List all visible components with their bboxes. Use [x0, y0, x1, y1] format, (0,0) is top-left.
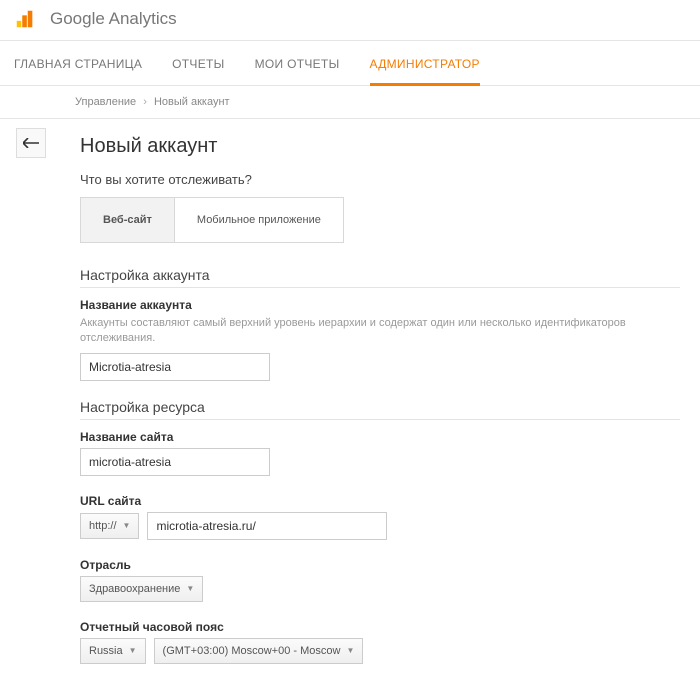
industry-field: Отрасль Здравоохранение ▼	[80, 558, 680, 602]
content: Новый аккаунт Что вы хотите отслеживать?…	[0, 119, 700, 694]
breadcrumb-root[interactable]: Управление	[75, 96, 136, 108]
ga-logo-icon	[14, 8, 36, 30]
account-name-field: Название аккаунта Аккаунты составляют са…	[80, 298, 680, 381]
tab-my-reports[interactable]: МОИ ОТЧЕТЫ	[255, 57, 340, 85]
chevron-down-icon: ▼	[186, 584, 194, 593]
industry-select[interactable]: Здравоохранение ▼	[80, 576, 203, 602]
account-name-label: Название аккаунта	[80, 298, 680, 312]
site-name-field: Название сайта	[80, 430, 680, 476]
breadcrumb: Управление › Новый аккаунт	[0, 86, 700, 119]
timezone-label: Отчетный часовой пояс	[80, 620, 680, 634]
chevron-down-icon: ▼	[123, 521, 131, 530]
track-segmented: Веб-сайт Мобильное приложение	[80, 197, 344, 243]
property-setup-title: Настройка ресурса	[80, 399, 680, 420]
site-url-input[interactable]	[147, 512, 387, 540]
breadcrumb-sep: ›	[143, 96, 147, 108]
site-url-field: URL сайта http:// ▼	[80, 494, 680, 540]
url-scheme-value: http://	[89, 520, 117, 532]
track-website-button[interactable]: Веб-сайт	[81, 198, 175, 242]
site-url-label: URL сайта	[80, 494, 680, 508]
url-scheme-select[interactable]: http:// ▼	[80, 513, 139, 539]
app-title: Google Analytics	[50, 9, 177, 29]
main-tabs: ГЛАВНАЯ СТРАНИЦА ОТЧЕТЫ МОИ ОТЧЕТЫ АДМИН…	[0, 41, 700, 86]
site-name-label: Название сайта	[80, 430, 680, 444]
timezone-value: (GMT+03:00) Moscow+00 - Moscow	[163, 645, 341, 657]
topbar: Google Analytics	[0, 0, 700, 41]
track-mobile-button[interactable]: Мобильное приложение	[175, 198, 343, 242]
timezone-country-select[interactable]: Russia ▼	[80, 638, 146, 664]
industry-label: Отрасль	[80, 558, 680, 572]
chevron-down-icon: ▼	[346, 646, 354, 655]
site-name-input[interactable]	[80, 448, 270, 476]
chevron-down-icon: ▼	[129, 646, 137, 655]
industry-value: Здравоохранение	[89, 583, 180, 595]
track-question: Что вы хотите отслеживать?	[80, 172, 680, 187]
timezone-select[interactable]: (GMT+03:00) Moscow+00 - Moscow ▼	[154, 638, 364, 664]
timezone-field: Отчетный часовой пояс Russia ▼ (GMT+03:0…	[80, 620, 680, 664]
tab-reports[interactable]: ОТЧЕТЫ	[172, 57, 224, 85]
account-name-input[interactable]	[80, 353, 270, 381]
breadcrumb-current: Новый аккаунт	[154, 96, 230, 108]
tab-home[interactable]: ГЛАВНАЯ СТРАНИЦА	[14, 57, 142, 85]
page-title: Новый аккаунт	[80, 135, 680, 158]
account-setup-title: Настройка аккаунта	[80, 267, 680, 288]
account-name-help: Аккаунты составляют самый верхний уровен…	[80, 316, 680, 347]
tab-admin[interactable]: АДМИНИСТРАТОР	[370, 57, 480, 86]
timezone-country-value: Russia	[89, 645, 123, 657]
